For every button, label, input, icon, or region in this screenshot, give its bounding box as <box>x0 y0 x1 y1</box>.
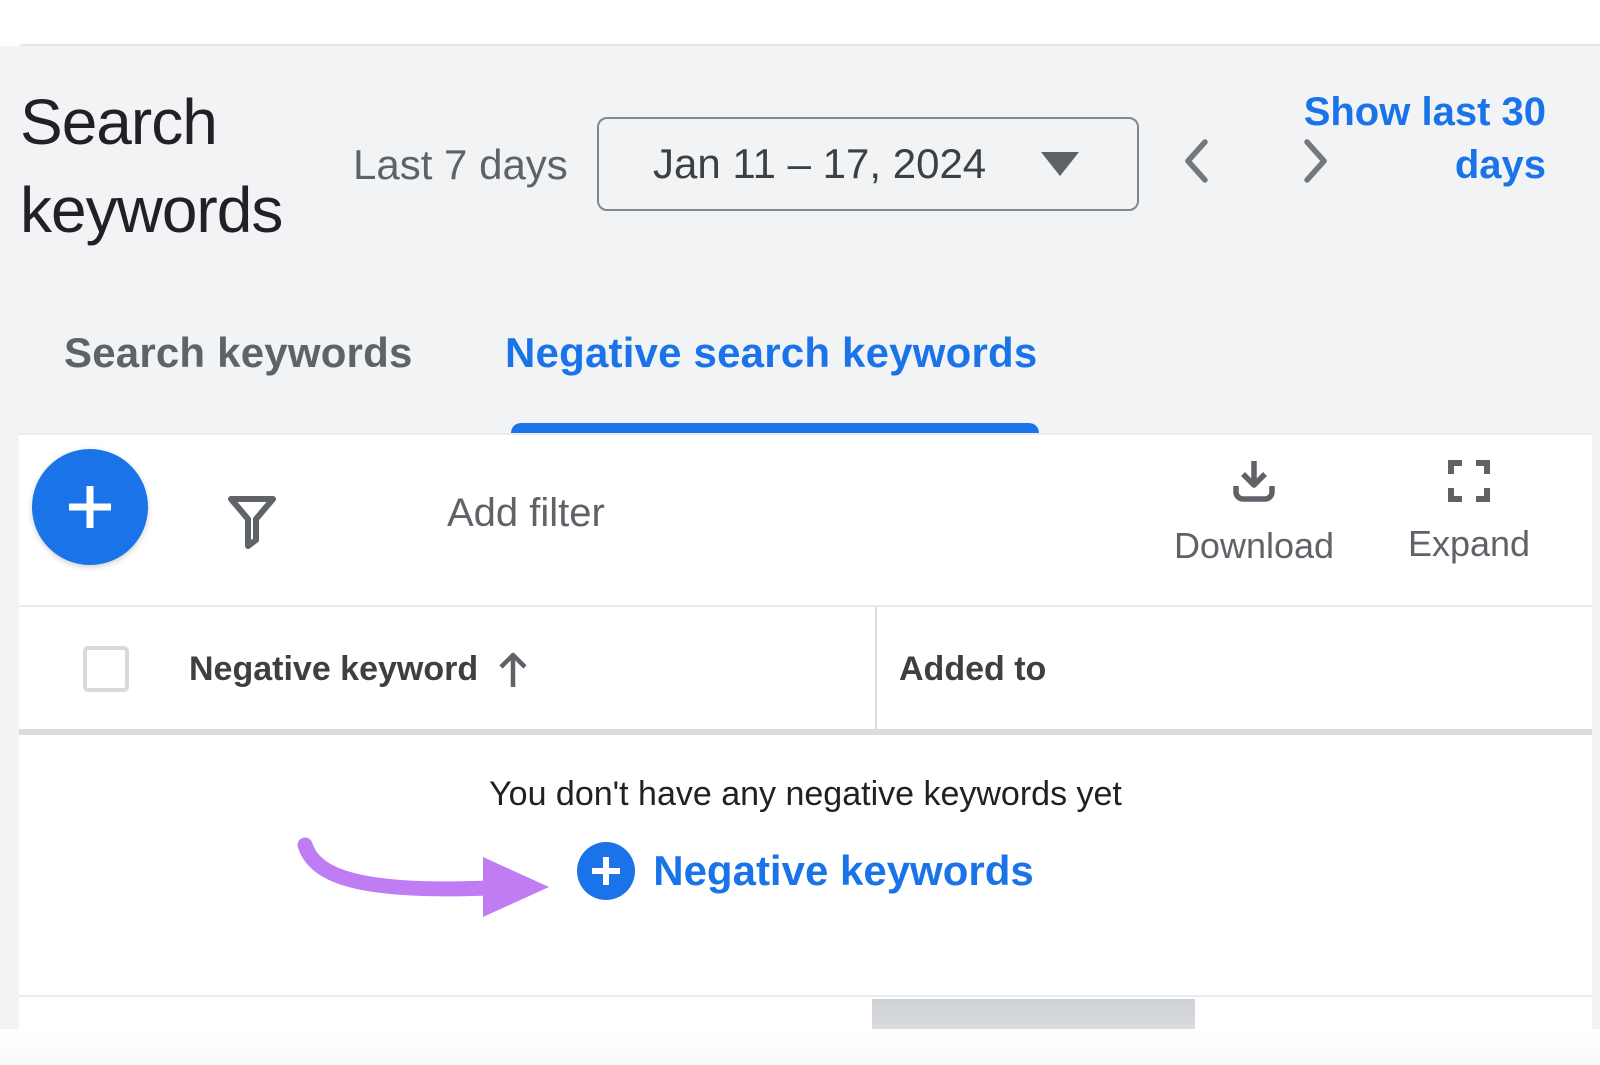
horizontal-scrollbar-thumb[interactable] <box>872 999 1195 1030</box>
expand-label: Expand <box>1408 523 1530 565</box>
column-divider <box>875 607 877 729</box>
top-divider <box>20 44 1600 46</box>
download-icon <box>1229 457 1279 507</box>
download-button[interactable]: Download <box>1149 457 1359 567</box>
add-negative-keyword-fab[interactable] <box>32 449 148 565</box>
show-last-30-days-link[interactable]: Show last 30 days <box>1296 86 1546 192</box>
plus-icon <box>588 853 624 889</box>
tab-search-keywords[interactable]: Search keywords <box>64 328 413 378</box>
column-header-negative-keyword[interactable]: Negative keyword <box>189 647 530 691</box>
column-header-added-to[interactable]: Added to <box>899 647 1046 691</box>
header-body-divider <box>19 729 1592 735</box>
filter-button[interactable] <box>225 493 279 551</box>
table-header-row: Negative keyword Added to <box>19 607 1592 729</box>
previous-period-button[interactable] <box>1174 134 1218 188</box>
add-negative-keywords-link[interactable]: Negative keywords <box>19 841 1592 901</box>
date-range-value: Jan 11 – 17, 2024 <box>653 140 986 188</box>
top-bar <box>0 0 1600 46</box>
date-range-label: Last 7 days <box>353 140 568 190</box>
tab-negative-search-keywords[interactable]: Negative search keywords <box>505 328 1037 378</box>
add-negative-keywords-label: Negative keywords <box>653 846 1034 896</box>
table-panel: Add filter Download Expand Negative keyw… <box>19 433 1592 1065</box>
column-label-negative-keyword: Negative keyword <box>189 647 478 691</box>
download-label: Download <box>1174 525 1334 567</box>
empty-state-message: You don't have any negative keywords yet <box>19 772 1592 816</box>
plus-circle-icon <box>577 842 635 900</box>
caret-down-icon <box>1041 152 1079 176</box>
expand-icon <box>1445 457 1493 505</box>
horizontal-scrollbar-track <box>19 995 1592 1030</box>
select-all-checkbox[interactable] <box>83 646 129 692</box>
column-label-added-to: Added to <box>899 650 1046 688</box>
chevron-left-icon <box>1179 135 1213 187</box>
sort-ascending-icon <box>496 647 530 691</box>
bottom-fade <box>0 1029 1600 1065</box>
page-title: Search keywords <box>20 78 350 254</box>
add-filter-button[interactable]: Add filter <box>447 489 605 537</box>
filter-funnel-icon <box>225 493 279 551</box>
plus-icon <box>62 479 118 535</box>
expand-button[interactable]: Expand <box>1379 457 1559 565</box>
date-range-picker[interactable]: Jan 11 – 17, 2024 <box>597 117 1139 211</box>
